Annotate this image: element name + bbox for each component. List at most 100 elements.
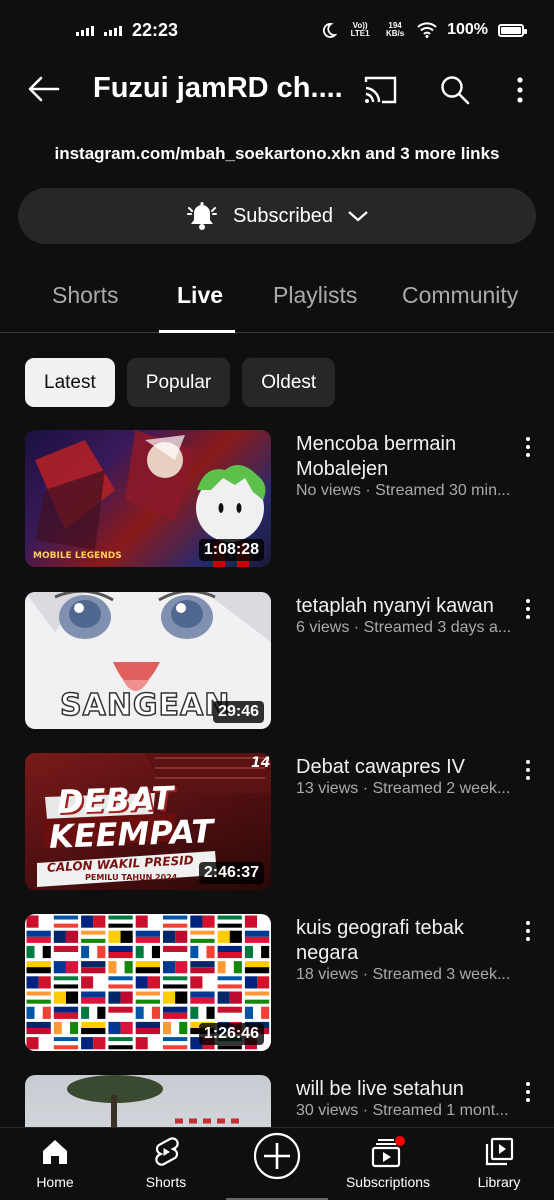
- outdoor-scene-illustration: [67, 1075, 245, 1127]
- flag-stripe: [147, 915, 160, 928]
- flag-stripe: [97, 945, 106, 959]
- cast-icon[interactable]: [362, 72, 398, 108]
- flag-stripe: [124, 961, 133, 974]
- flag-stripe: [135, 936, 160, 943]
- flag-stripe: [163, 1045, 188, 1050]
- svg-text:MOBILE LEGENDS: MOBILE LEGENDS: [33, 551, 122, 561]
- video-meta: 30 views · Streamed 1 mont...: [296, 1102, 509, 1119]
- video-thumbnail[interactable]: [25, 1075, 271, 1127]
- flag-stripe: [26, 930, 51, 937]
- nav-home-label: Home: [36, 1174, 74, 1190]
- flag-stripe: [151, 1006, 160, 1019]
- flag-stripe: [26, 936, 51, 943]
- flag-stripe: [81, 967, 106, 974]
- video-title[interactable]: Mencoba bermain Mobalejen: [296, 432, 511, 482]
- video-meta: 6 views · Streamed 3 days a...: [296, 619, 512, 636]
- flag-stripe: [53, 952, 79, 959]
- flag-stripe: [53, 915, 79, 920]
- sort-chips: Latest Popular Oldest: [25, 358, 336, 407]
- thumbnail-caption: PEMILU TAHUN 2024: [85, 873, 178, 882]
- flag-stripe: [244, 1006, 253, 1019]
- flag-stripe: [217, 915, 242, 920]
- flag-stripe: [89, 1006, 98, 1019]
- video-item[interactable]: MOBILE LEGENDS 1:08:28 Mencoba bermain M…: [0, 430, 554, 570]
- flag-stripe: [53, 1041, 79, 1046]
- chip-oldest[interactable]: Oldest: [242, 358, 336, 407]
- active-tab-indicator: [159, 330, 235, 333]
- flag-stripe: [26, 967, 51, 974]
- flag-stripe: [190, 976, 203, 989]
- nav-subscriptions[interactable]: Subscriptions: [333, 1136, 443, 1190]
- nav-shorts[interactable]: Shorts: [111, 1136, 221, 1190]
- tab-live[interactable]: Live: [177, 282, 223, 309]
- flag-stripe: [175, 961, 188, 974]
- flag-stripe: [53, 1021, 62, 1035]
- video-item[interactable]: SANGEAN 29:46 tetaplah nyanyi kawan 6 vi…: [0, 592, 554, 732]
- flag-stripe: [135, 967, 160, 974]
- flag-stripe: [108, 919, 133, 924]
- video-item[interactable]: DEBAT KEEMPAT CALON WAKIL PRESID PEMILU …: [0, 753, 554, 893]
- video-meta: 13 views · Streamed 2 week...: [296, 780, 511, 797]
- video-title[interactable]: Debat cawapres IV: [296, 755, 511, 780]
- chip-popular[interactable]: Popular: [126, 358, 231, 407]
- video-item[interactable]: 1:26:46 kuis geografi tebak negara 18 vi…: [0, 914, 554, 1054]
- volte-indicator: Vo)) LTE1: [350, 21, 370, 38]
- flag-stripe: [53, 976, 79, 981]
- flag-stripe: [53, 980, 79, 985]
- search-icon[interactable]: [437, 72, 473, 108]
- tab-playlists[interactable]: Playlists: [273, 282, 357, 309]
- flag-stripe: [244, 936, 270, 943]
- more-vert-icon[interactable]: [518, 434, 538, 460]
- video-title[interactable]: tetaplah nyanyi kawan: [296, 594, 511, 619]
- flag-stripe: [53, 1037, 79, 1042]
- more-vert-icon[interactable]: [502, 72, 538, 108]
- thumbnail-caption: SANGEAN: [59, 687, 231, 724]
- chip-latest[interactable]: Latest: [25, 358, 115, 407]
- flag-stripe: [120, 991, 133, 1004]
- flag-stripe: [26, 915, 39, 928]
- flag-stripe: [151, 945, 160, 959]
- video-thumbnail[interactable]: SANGEAN 29:46: [25, 592, 271, 729]
- shorts-icon: [111, 1136, 221, 1168]
- subscribed-button[interactable]: Subscribed: [18, 188, 536, 244]
- flag-stripe: [163, 915, 188, 920]
- more-vert-icon[interactable]: [518, 596, 538, 622]
- flag-stripe: [53, 984, 79, 989]
- tab-community[interactable]: Community: [402, 282, 518, 309]
- video-title[interactable]: will be live setahun: [296, 1077, 511, 1102]
- flag-stripe: [244, 967, 270, 974]
- back-arrow-icon[interactable]: [26, 72, 62, 106]
- flag-stripe: [217, 1006, 242, 1013]
- subscribed-label: Subscribed: [232, 204, 334, 227]
- flag-stripe: [244, 999, 270, 1004]
- channel-title: Fuzui jamRD ch....: [93, 72, 343, 104]
- video-thumbnail[interactable]: MOBILE LEGENDS 1:08:28: [25, 430, 271, 567]
- flag-stripe: [53, 919, 79, 924]
- flag-stripe: [171, 1021, 180, 1035]
- video-duration: 2:46:37: [198, 862, 264, 884]
- more-vert-icon[interactable]: [518, 757, 538, 783]
- video-duration: 29:46: [213, 701, 264, 723]
- flag-stripe: [163, 976, 188, 981]
- flag-stripe: [253, 1006, 262, 1019]
- flag-stripe: [65, 930, 79, 943]
- flag-stripe: [81, 1028, 106, 1035]
- flag-stripe: [244, 930, 270, 937]
- tab-shorts[interactable]: Shorts: [52, 282, 118, 309]
- channel-links[interactable]: instagram.com/mbah_soekartono.xkn and 3 …: [0, 144, 554, 164]
- more-vert-icon[interactable]: [518, 918, 538, 944]
- flag-stripe: [229, 991, 242, 1004]
- video-thumbnail[interactable]: DEBAT KEEMPAT CALON WAKIL PRESID PEMILU …: [25, 753, 271, 890]
- nav-create[interactable]: [222, 1132, 332, 1186]
- video-item[interactable]: will be live setahun 30 views · Streamed…: [0, 1075, 554, 1127]
- nav-home[interactable]: Home: [0, 1136, 110, 1190]
- flag-stripe: [65, 961, 79, 974]
- flag-stripe: [163, 945, 188, 952]
- video-thumbnail[interactable]: 1:26:46: [25, 914, 271, 1051]
- video-title[interactable]: kuis geografi tebak negara: [296, 916, 511, 966]
- nav-subscriptions-label: Subscriptions: [345, 1174, 431, 1190]
- wifi-icon: [417, 22, 437, 38]
- nav-library[interactable]: Library: [444, 1136, 554, 1190]
- nav-library-label: Library: [477, 1174, 521, 1190]
- more-vert-icon[interactable]: [518, 1079, 538, 1105]
